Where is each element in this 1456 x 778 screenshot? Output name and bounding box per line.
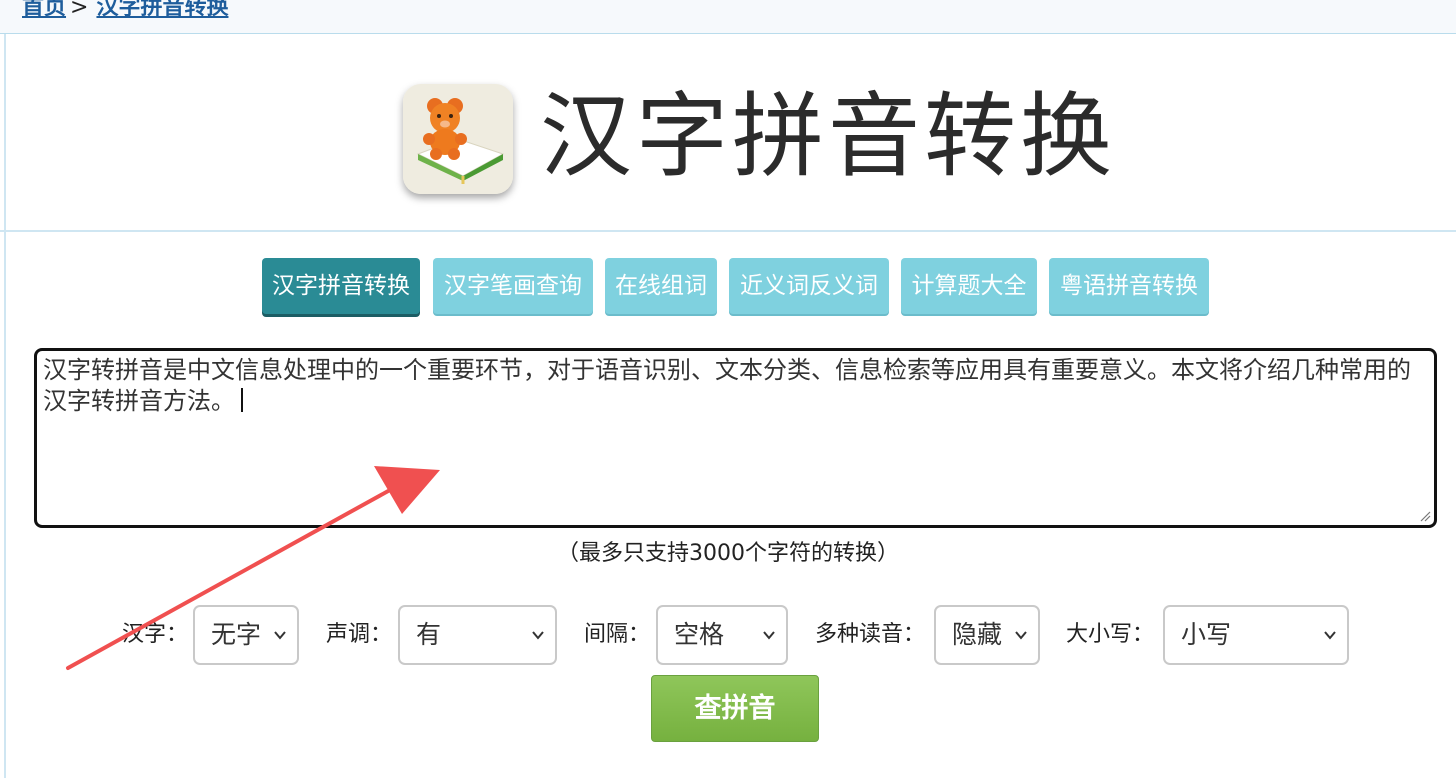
- separator-option-label: 间隔：: [584, 622, 651, 647]
- resize-grip-icon[interactable]: [1419, 510, 1431, 522]
- page-title: 汉字拼音转换: [540, 83, 1117, 190]
- case-select-value: 小写: [1181, 620, 1232, 649]
- tab-pinyin-convert[interactable]: 汉字拼音转换: [262, 258, 420, 314]
- chinese-text-value: 汉字转拼音是中文信息处理中的一个重要环节，对于语音识别、文本分类、信息检索等应用…: [43, 356, 1411, 415]
- chevron-down-icon: [1015, 631, 1027, 640]
- tone-option-label: 声调：: [326, 622, 393, 647]
- top-bar: 首页 > 汉字拼音转换: [0, 0, 1456, 34]
- hanzi-option-label: 汉字：: [122, 622, 189, 647]
- breadcrumb-home-link[interactable]: 首页: [22, 0, 66, 20]
- query-pinyin-button[interactable]: 查拼音: [651, 675, 819, 742]
- tab-word-combination[interactable]: 在线组词: [605, 258, 717, 314]
- polyphone-select[interactable]: 隐藏: [934, 605, 1040, 665]
- breadcrumb-current-link[interactable]: 汉字拼音转换: [96, 0, 228, 20]
- teddy-bear-book-icon: [403, 84, 513, 194]
- chevron-down-icon: [763, 631, 775, 640]
- text-caret: [241, 388, 243, 412]
- tone-select-value: 有: [416, 620, 442, 649]
- polyphone-select-value: 隐藏: [952, 620, 1003, 649]
- case-option-label: 大小写：: [1066, 622, 1155, 647]
- tab-synonym-antonym[interactable]: 近义词反义词: [729, 258, 889, 314]
- chinese-text-input[interactable]: 汉字转拼音是中文信息处理中的一个重要环节，对于语音识别、文本分类、信息检索等应用…: [37, 351, 1434, 525]
- breadcrumb: 首页 > 汉字拼音转换: [22, 0, 228, 22]
- separator-select[interactable]: 空格: [656, 605, 788, 665]
- tool-tabs: 汉字拼音转换 汉字笔画查询 在线组词 近义词反义词 计算题大全 粤语拼音转换: [0, 258, 1456, 314]
- case-select[interactable]: 小写: [1163, 605, 1349, 665]
- tab-cantonese-pinyin[interactable]: 粤语拼音转换: [1049, 258, 1209, 314]
- chevron-down-icon: [274, 631, 286, 640]
- char-limit-hint: （最多只支持3000个字符的转换）: [557, 541, 899, 566]
- tab-math-problems[interactable]: 计算题大全: [901, 258, 1037, 314]
- breadcrumb-separator: >: [70, 0, 89, 20]
- tab-stroke-lookup[interactable]: 汉字笔画查询: [433, 258, 593, 314]
- polyphone-option-label: 多种读音：: [815, 622, 926, 647]
- text-input-box[interactable]: 汉字转拼音是中文信息处理中的一个重要环节，对于语音识别、文本分类、信息检索等应用…: [34, 348, 1437, 528]
- hanzi-select[interactable]: 无字: [193, 605, 299, 665]
- hanzi-select-value: 无字: [211, 620, 262, 649]
- chevron-down-icon: [532, 631, 544, 640]
- chevron-down-icon: [1324, 631, 1336, 640]
- tone-select[interactable]: 有: [398, 605, 557, 665]
- separator-select-value: 空格: [674, 620, 725, 649]
